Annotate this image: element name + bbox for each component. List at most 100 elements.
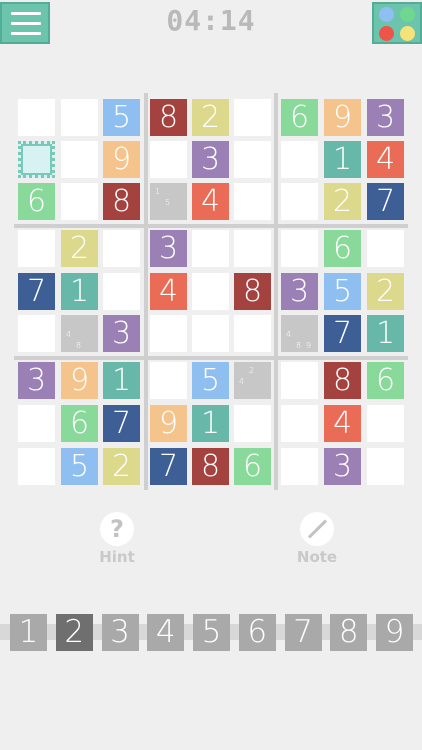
board-cell-filled[interactable]: 9: [150, 405, 187, 442]
cell-digit: 5: [332, 274, 353, 309]
board-cell-notes[interactable]: 489: [281, 315, 318, 352]
number-button-4[interactable]: 4: [147, 614, 185, 651]
board-cell-filled[interactable]: 1: [103, 362, 140, 399]
board-cell-empty[interactable]: [103, 230, 140, 267]
board-cell-filled[interactable]: 3: [103, 315, 140, 352]
board-cell-filled[interactable]: 2: [324, 183, 361, 220]
board-cell-filled[interactable]: 8: [234, 273, 271, 310]
board-cell-notes[interactable]: 48: [61, 315, 98, 352]
board-cell-filled[interactable]: 6: [367, 362, 404, 399]
board-cell-filled[interactable]: 5: [192, 362, 229, 399]
board-cell-filled[interactable]: 4: [192, 183, 229, 220]
board-cell-empty[interactable]: [234, 141, 271, 178]
hint-button[interactable]: ? Hint: [87, 512, 147, 566]
board-cell-empty[interactable]: [103, 273, 140, 310]
board-cell-empty[interactable]: [150, 362, 187, 399]
board-cell-filled[interactable]: 5: [103, 99, 140, 136]
board-cell-empty[interactable]: [367, 230, 404, 267]
number-button-1[interactable]: 1: [10, 614, 47, 651]
board-cell-empty[interactable]: [192, 315, 229, 352]
number-button-5[interactable]: 5: [193, 614, 230, 651]
board-cell-empty[interactable]: [234, 99, 271, 136]
board-cell-filled[interactable]: 8: [103, 183, 140, 220]
number-button-7[interactable]: 7: [284, 614, 322, 651]
board-cell-filled[interactable]: 1: [324, 141, 361, 178]
number-button-6[interactable]: 6: [238, 614, 276, 651]
number-button-8[interactable]: 8: [330, 614, 368, 651]
board-cell-filled[interactable]: 8: [150, 99, 187, 136]
board-cell-empty[interactable]: [281, 141, 318, 178]
cell-digit: 6: [375, 363, 396, 398]
board-cell-empty[interactable]: [281, 230, 318, 267]
cell-digit: 7: [375, 184, 396, 219]
board-cell-filled[interactable]: 5: [324, 273, 361, 310]
theme-button[interactable]: [372, 2, 422, 44]
board-cell-empty[interactable]: [281, 183, 318, 220]
board-cell-filled[interactable]: 1: [61, 273, 98, 310]
board-cell-notes[interactable]: 15: [150, 183, 187, 220]
board-cell-empty[interactable]: [281, 405, 318, 442]
board-cell-filled[interactable]: 6: [61, 405, 98, 442]
board-cell-empty[interactable]: [192, 273, 229, 310]
number-button-9[interactable]: 9: [376, 614, 413, 651]
board-cell-empty[interactable]: [234, 183, 271, 220]
board-cell-notes[interactable]: 24: [234, 362, 271, 399]
board-cell-filled[interactable]: 3: [18, 362, 55, 399]
board-cell-empty[interactable]: [367, 448, 404, 485]
number-button-2[interactable]: 2: [55, 614, 93, 651]
board-cell-filled[interactable]: 6: [281, 99, 318, 136]
box-divider-vertical: [144, 93, 148, 490]
board-cell-empty[interactable]: [150, 315, 187, 352]
cell-digit: 7: [158, 449, 179, 484]
sudoku-board: 5826939314681542723671483524834897139152…: [14, 93, 408, 490]
board-cell-filled[interactable]: 3: [367, 99, 404, 136]
board-cell-filled[interactable]: 6: [18, 183, 55, 220]
board-cell-filled[interactable]: 2: [192, 99, 229, 136]
board-cell-filled[interactable]: 9: [61, 362, 98, 399]
board-cell-empty[interactable]: [192, 230, 229, 267]
board-cell-filled[interactable]: 1: [367, 315, 404, 352]
note-button[interactable]: Note: [287, 512, 347, 566]
board-cell-selected[interactable]: [18, 141, 55, 178]
board-cell-filled[interactable]: 4: [150, 273, 187, 310]
board-cell-empty[interactable]: [18, 448, 55, 485]
board-cell-filled[interactable]: 9: [103, 141, 140, 178]
board-cell-filled[interactable]: 8: [324, 362, 361, 399]
board-cell-filled[interactable]: 3: [192, 141, 229, 178]
board-cell-filled[interactable]: 2: [367, 273, 404, 310]
board-cell-empty[interactable]: [61, 99, 98, 136]
board-cell-empty[interactable]: [234, 405, 271, 442]
board-cell-empty[interactable]: [367, 405, 404, 442]
board-cell-empty[interactable]: [61, 183, 98, 220]
pencil-note: 2: [248, 366, 255, 375]
board-cell-empty[interactable]: [18, 315, 55, 352]
board-cell-filled[interactable]: 6: [324, 230, 361, 267]
board-cell-filled[interactable]: 6: [234, 448, 271, 485]
number-button-3[interactable]: 3: [101, 614, 139, 651]
board-cell-filled[interactable]: 5: [61, 448, 98, 485]
board-cell-filled[interactable]: 7: [367, 183, 404, 220]
board-cell-filled[interactable]: 9: [324, 99, 361, 136]
board-cell-filled[interactable]: 3: [281, 273, 318, 310]
board-cell-filled[interactable]: 4: [324, 405, 361, 442]
board-cell-filled[interactable]: 7: [150, 448, 187, 485]
board-cell-filled[interactable]: 1: [192, 405, 229, 442]
board-cell-filled[interactable]: 4: [367, 141, 404, 178]
board-cell-filled[interactable]: 7: [18, 273, 55, 310]
board-cell-empty[interactable]: [61, 141, 98, 178]
board-cell-empty[interactable]: [18, 230, 55, 267]
board-cell-filled[interactable]: 3: [324, 448, 361, 485]
board-cell-filled[interactable]: 2: [61, 230, 98, 267]
board-cell-empty[interactable]: [234, 315, 271, 352]
board-cell-filled[interactable]: 3: [150, 230, 187, 267]
board-cell-filled[interactable]: 7: [103, 405, 140, 442]
board-cell-empty[interactable]: [281, 362, 318, 399]
board-cell-empty[interactable]: [18, 99, 55, 136]
board-cell-filled[interactable]: 2: [103, 448, 140, 485]
board-cell-empty[interactable]: [234, 230, 271, 267]
board-cell-empty[interactable]: [281, 448, 318, 485]
board-cell-empty[interactable]: [18, 405, 55, 442]
board-cell-filled[interactable]: 7: [324, 315, 361, 352]
board-cell-empty[interactable]: [150, 141, 187, 178]
board-cell-filled[interactable]: 8: [192, 448, 229, 485]
